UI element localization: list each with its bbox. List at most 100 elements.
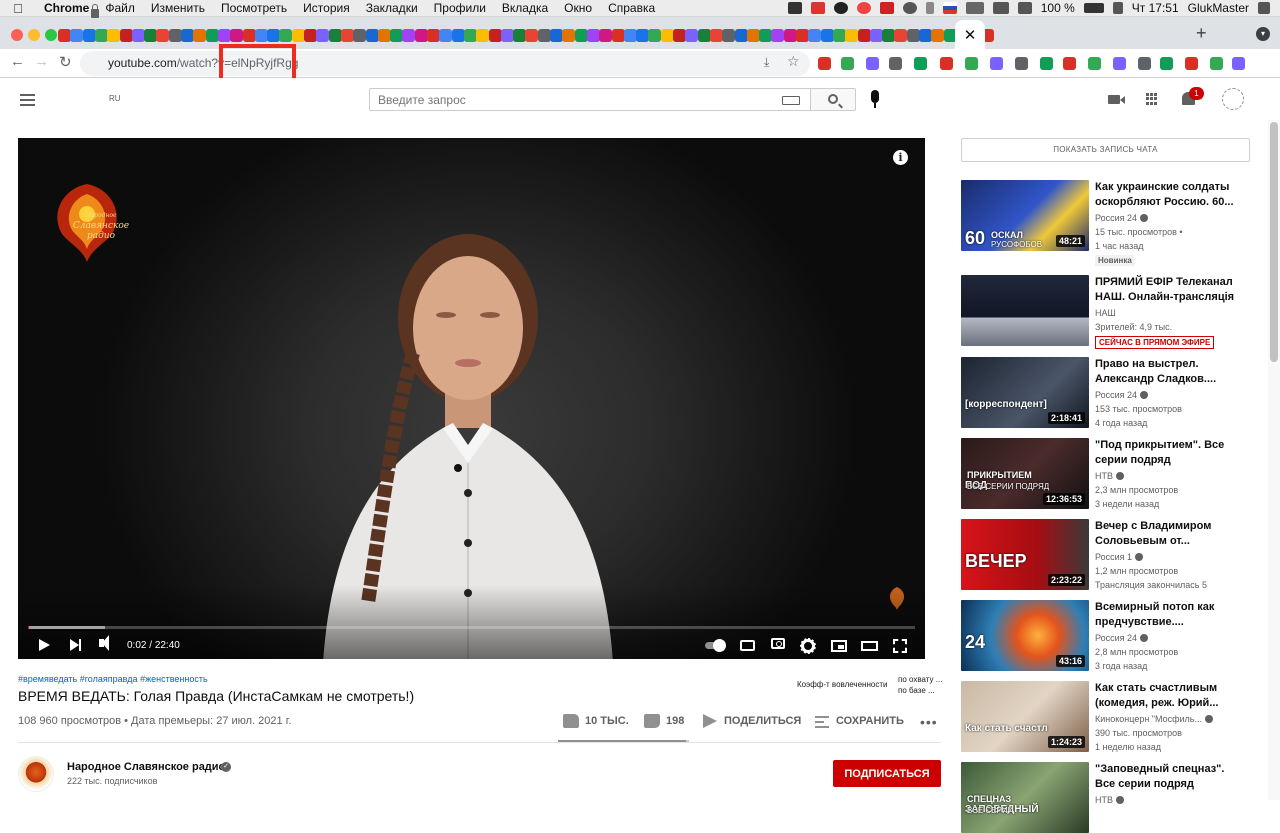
tab-favicon-icon[interactable] <box>451 29 465 42</box>
subtitles-icon[interactable] <box>740 640 755 651</box>
time-machine-icon[interactable] <box>902 2 917 14</box>
tab-favicon-icon[interactable] <box>869 29 883 42</box>
tab-favicon-icon[interactable] <box>131 29 145 42</box>
lock-icon[interactable] <box>91 4 99 18</box>
tab-favicon-icon[interactable] <box>525 29 539 42</box>
settings-gear-icon[interactable] <box>800 638 816 654</box>
menubar-user[interactable]: GlukMaster <box>1188 1 1249 15</box>
dislike-thumb-icon[interactable] <box>644 714 660 728</box>
extension-icon[interactable] <box>1210 57 1223 70</box>
bookmark-star-icon[interactable]: ☆ <box>787 53 800 70</box>
info-icon[interactable]: i <box>893 150 908 165</box>
tab-favicon-icon[interactable] <box>427 29 440 42</box>
extension-icon[interactable] <box>1040 57 1053 70</box>
extension-icon[interactable] <box>866 57 879 70</box>
close-window-icon[interactable] <box>11 29 23 41</box>
tab-favicon-icon[interactable] <box>193 29 207 42</box>
tab-favicon-icon[interactable] <box>562 29 576 42</box>
extension-icon[interactable] <box>889 57 902 70</box>
show-chat-replay-button[interactable]: ПОКАЗАТЬ ЗАПИСЬ ЧАТА <box>961 138 1250 162</box>
video-thumbnail[interactable]: [корреспондент] 2:18:41 <box>961 357 1089 428</box>
tab-favicon-icon[interactable] <box>919 29 932 42</box>
menu-history[interactable]: История <box>295 1 358 15</box>
tab-favicon-icon[interactable] <box>746 29 760 42</box>
tab-favicon-icon[interactable] <box>574 29 588 42</box>
extension-icon[interactable] <box>1232 57 1245 70</box>
tab-favicon-icon[interactable] <box>205 29 219 42</box>
tab-favicon-icon[interactable] <box>709 29 723 42</box>
tab-favicon-icon[interactable] <box>291 29 305 42</box>
tab-favicon-icon[interactable] <box>820 29 834 42</box>
tab-favicon-icon[interactable] <box>550 29 563 42</box>
menu-edit[interactable]: Изменить <box>143 1 213 15</box>
miniplayer-icon[interactable] <box>831 640 847 652</box>
tab-favicon-icon[interactable] <box>488 29 502 42</box>
tab-favicon-icon[interactable] <box>513 29 527 42</box>
page-scrollbar[interactable] <box>1268 120 1280 800</box>
tab-favicon-icon[interactable] <box>304 29 317 42</box>
tab-favicon-icon[interactable] <box>586 29 600 42</box>
close-tab-icon[interactable]: ✕ <box>964 26 977 44</box>
tab-favicon-icon[interactable] <box>673 29 686 42</box>
tab-favicon-icon[interactable] <box>783 29 797 42</box>
apple-icon[interactable]:  <box>0 1 36 16</box>
play-icon[interactable] <box>39 639 50 651</box>
share-button[interactable]: ПОДЕЛИТЬСЯ <box>724 715 801 727</box>
wifi-icon[interactable] <box>992 2 1009 14</box>
menu-profiles[interactable]: Профили <box>426 1 494 15</box>
menu-file[interactable]: Файл <box>97 1 143 15</box>
tab-favicon-icon[interactable] <box>931 29 945 42</box>
tab-favicon-icon[interactable] <box>353 29 367 42</box>
status-icon[interactable] <box>787 2 802 14</box>
recommendation-title[interactable]: Право на выстрел. Александр Сладков.... <box>1095 357 1245 387</box>
tab-favicon-icon[interactable] <box>537 29 551 42</box>
tab-favicon-icon[interactable] <box>734 29 748 42</box>
extension-icon[interactable] <box>965 57 978 70</box>
recommendation-channel[interactable]: Россия 24 <box>1095 213 1149 223</box>
tab-favicon-icon[interactable] <box>759 29 773 42</box>
video-thumbnail[interactable]: Как стать счастл 1:24:23 <box>961 681 1089 752</box>
tab-favicon-icon[interactable] <box>144 29 158 42</box>
tab-favicon-icon[interactable] <box>328 29 342 42</box>
input-source-flag-icon[interactable] <box>942 2 957 14</box>
recommendation-channel[interactable]: Россия 24 <box>1095 390 1149 400</box>
tab-favicon-icon[interactable] <box>832 29 846 42</box>
menu-bookmarks[interactable]: Закладки <box>358 1 426 15</box>
tab-favicon-icon[interactable] <box>414 29 428 42</box>
video-thumbnail[interactable]: 60 ОСКАЛ РУСОФОБОВ 48:21 <box>961 180 1089 251</box>
tab-favicon-icon[interactable] <box>808 29 822 42</box>
control-center-icon[interactable] <box>1258 2 1270 14</box>
status-icon[interactable] <box>879 2 894 14</box>
active-tab[interactable]: ✕ <box>955 20 985 49</box>
recommendation-channel[interactable]: НТВ <box>1095 471 1124 481</box>
tab-favicon-icon[interactable] <box>500 29 514 42</box>
tab-favicon-icon[interactable] <box>377 29 391 42</box>
extension-icon[interactable] <box>841 57 854 70</box>
tab-favicon-icon[interactable] <box>107 29 121 42</box>
apps-grid-icon[interactable] <box>1146 93 1158 105</box>
zoom-window-icon[interactable] <box>45 29 57 41</box>
tab-favicon-icon[interactable] <box>796 29 809 42</box>
microphone-icon[interactable] <box>871 90 879 108</box>
screenshot-camera-icon[interactable] <box>771 638 785 649</box>
tab-favicon-icon[interactable] <box>599 29 613 42</box>
tab-favicon-icon[interactable] <box>82 29 96 42</box>
battery-icon[interactable] <box>1083 3 1104 13</box>
tab-favicon-icon[interactable] <box>771 29 785 42</box>
autoplay-toggle[interactable] <box>705 639 726 652</box>
fullscreen-icon[interactable] <box>893 639 907 653</box>
recommendation-title[interactable]: "Заповедный спецназ". Все серии подряд <box>1095 762 1245 792</box>
bluetooth-icon[interactable] <box>925 2 934 14</box>
theater-mode-icon[interactable] <box>861 641 878 651</box>
tab-favicon-icon[interactable] <box>390 29 404 42</box>
tab-favicon-icon[interactable] <box>279 29 293 42</box>
save-button[interactable]: СОХРАНИТЬ <box>836 715 904 727</box>
status-icon[interactable] <box>856 2 871 14</box>
extension-icon[interactable] <box>990 57 1003 70</box>
tab-favicon-icon[interactable] <box>894 29 908 42</box>
extension-icon[interactable] <box>1015 57 1028 70</box>
recommendation-title[interactable]: ПРЯМИЙ ЕФІР Телеканал НАШ. Онлайн-трансл… <box>1095 275 1245 305</box>
video-thumbnail[interactable]: ПОД ПРИКРЫТИЕМ ВСЕ СЕРИИ ПОДРЯД 12:36:53 <box>961 438 1089 509</box>
save-playlist-icon[interactable] <box>815 716 829 728</box>
video-thumbnail[interactable]: ВЕЧЕР 2:23:22 <box>961 519 1089 590</box>
